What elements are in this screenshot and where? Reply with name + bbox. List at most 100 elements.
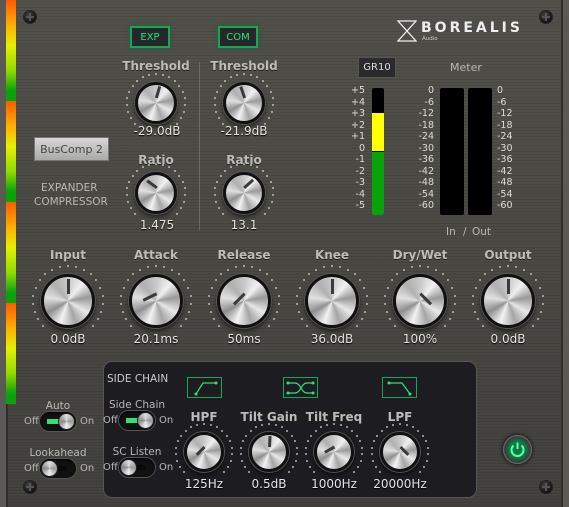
knob-tick bbox=[139, 268, 142, 271]
switch-lookahead-toggle[interactable] bbox=[40, 459, 76, 478]
knob-indicator bbox=[330, 279, 334, 295]
exp-ratio-knob[interactable] bbox=[135, 172, 177, 214]
knob-tick bbox=[536, 318, 539, 321]
knob-tick bbox=[148, 73, 151, 76]
toggle-thumb[interactable] bbox=[41, 460, 58, 477]
divider bbox=[199, 62, 200, 230]
knob-tick bbox=[203, 423, 205, 425]
knob-tick bbox=[249, 73, 252, 76]
on-label: On bbox=[80, 416, 95, 427]
lowpass-filter-button[interactable] bbox=[382, 377, 417, 398]
sc-knob-tiltfreq[interactable] bbox=[314, 432, 354, 472]
sc-switch-sidechain-toggle[interactable] bbox=[119, 411, 155, 430]
main-knob-drywet[interactable] bbox=[393, 274, 447, 328]
knob-tick bbox=[266, 84, 269, 87]
knob-label: Input bbox=[50, 248, 86, 262]
highpass-filter-button[interactable] bbox=[187, 377, 222, 398]
sc-knob-label: Tilt Gain bbox=[240, 410, 298, 424]
knob-tick bbox=[390, 279, 393, 282]
knob-tick bbox=[507, 265, 509, 267]
tilt-filter-button[interactable] bbox=[283, 377, 318, 398]
knob-tick bbox=[226, 465, 229, 468]
gr10-button[interactable]: GR10 bbox=[358, 57, 396, 78]
main-knob-attack[interactable] bbox=[129, 274, 183, 328]
knob-tick bbox=[271, 194, 274, 197]
tilt-icon bbox=[286, 381, 315, 395]
off-label: Off bbox=[103, 415, 118, 426]
knob-tick bbox=[229, 166, 232, 169]
sc-switch-sclisten-toggle[interactable] bbox=[119, 458, 155, 477]
knob-tick bbox=[218, 324, 221, 327]
knob-tick bbox=[452, 310, 455, 313]
knob-tick bbox=[229, 76, 232, 79]
exp-threshold-value: -29.0dB bbox=[133, 124, 181, 138]
main-knob-output[interactable] bbox=[481, 274, 535, 328]
knob-tick bbox=[127, 200, 130, 203]
meter-scale-right: 0 -6 -12 -18 -24 -30 -36 -42 -48 -54 -60 bbox=[497, 85, 513, 212]
main-knob-input[interactable] bbox=[41, 274, 95, 328]
knob-tick bbox=[272, 318, 275, 321]
main-knob-release[interactable] bbox=[217, 274, 271, 328]
knob-tick bbox=[271, 187, 274, 190]
power-button[interactable] bbox=[503, 435, 532, 464]
knob-tick bbox=[209, 423, 212, 426]
exp-threshold-knob[interactable] bbox=[135, 82, 177, 124]
sc-switch-label: Side Chain bbox=[108, 399, 166, 411]
knob-tick bbox=[38, 279, 41, 282]
toggle-thumb[interactable] bbox=[137, 412, 154, 429]
knob-tick bbox=[214, 279, 217, 282]
sc-knob-hpf[interactable] bbox=[184, 432, 224, 472]
knob-label: Knee bbox=[314, 248, 350, 262]
logo-mark-icon bbox=[397, 20, 417, 42]
com-button[interactable]: COM bbox=[218, 26, 258, 48]
sc-knob-value: 125Hz bbox=[184, 477, 224, 491]
knob-tick bbox=[230, 446, 233, 449]
meter-scale-tick: -36 bbox=[497, 154, 513, 165]
knob-tick bbox=[331, 265, 333, 267]
com-threshold-knob[interactable] bbox=[223, 82, 265, 124]
toggle-thumb[interactable] bbox=[58, 413, 75, 430]
gr-scale-tick: +3 bbox=[350, 108, 365, 119]
meter-channel-fill bbox=[6, 100, 16, 203]
knob-tick bbox=[175, 212, 178, 215]
knob-tick bbox=[261, 79, 264, 82]
com-ratio-knob[interactable] bbox=[223, 172, 265, 214]
knob-value: 0.0dB bbox=[490, 332, 526, 346]
knob-tick bbox=[280, 426, 283, 429]
toggle-thumb[interactable] bbox=[120, 459, 137, 476]
sc-knob-lpf[interactable] bbox=[380, 432, 420, 472]
exp-button[interactable]: EXP bbox=[130, 26, 170, 48]
knob-tick bbox=[179, 465, 182, 468]
knob-tick bbox=[34, 286, 37, 289]
knob-tick bbox=[32, 302, 35, 305]
knob-tick bbox=[419, 265, 421, 267]
knob-tick bbox=[266, 174, 269, 177]
main-knob-knee[interactable] bbox=[305, 274, 359, 328]
knob-tick bbox=[267, 117, 270, 120]
knob-tick bbox=[365, 294, 368, 297]
knob-tick bbox=[229, 459, 232, 462]
knob-tick bbox=[535, 279, 538, 282]
knob-value: 36.0dB bbox=[310, 332, 354, 346]
knob-tick bbox=[32, 294, 35, 297]
knob-tick bbox=[188, 310, 191, 313]
knob-tick bbox=[441, 273, 444, 276]
knob-tick bbox=[183, 194, 186, 197]
preset-button[interactable]: BusComp 2 bbox=[34, 137, 109, 161]
knob-tick bbox=[126, 97, 129, 100]
knob-tick bbox=[136, 79, 139, 82]
gr-scale-tick: -3 bbox=[355, 177, 365, 188]
sc-knob-tiltgain[interactable] bbox=[249, 432, 289, 472]
com-threshold-value: -21.9dB bbox=[220, 124, 268, 138]
knob-indicator bbox=[238, 86, 246, 99]
knob-value: 50ms bbox=[227, 332, 261, 346]
knob-tick bbox=[291, 465, 294, 468]
knob-tick bbox=[269, 180, 272, 183]
knob-indicator bbox=[243, 178, 254, 189]
screw-icon bbox=[24, 11, 36, 23]
knob-indicator bbox=[195, 445, 206, 456]
knob-tick bbox=[168, 76, 171, 79]
switch-auto-toggle[interactable] bbox=[40, 412, 76, 431]
com-threshold-label: Threshold bbox=[210, 59, 278, 73]
knob-tick bbox=[339, 423, 342, 426]
